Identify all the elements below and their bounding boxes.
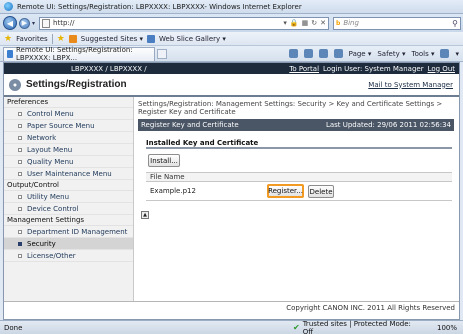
login-user-text: Login User: System Manager xyxy=(323,64,424,73)
nav-item-layout-menu[interactable]: Layout Menu xyxy=(4,144,133,156)
section-title-bar: Register Key and Certificate Last Update… xyxy=(138,119,454,131)
tab-remote-ui[interactable]: Remote UI: Settings/Registration: LBPXXX… xyxy=(3,46,155,62)
bullet-icon xyxy=(18,171,22,176)
nav-item-network[interactable]: Network xyxy=(4,132,133,144)
print-icon[interactable] xyxy=(333,49,343,58)
tools-menu[interactable]: Tools ▾ xyxy=(412,50,435,58)
favorites-bar: ★ Favorites ★ Suggested Sites ▾ Web Slic… xyxy=(0,32,463,46)
bullet-icon xyxy=(18,111,22,116)
nav-item-device-control[interactable]: Device Control xyxy=(4,203,133,215)
to-portal-link[interactable]: To Portal xyxy=(289,65,319,73)
divider xyxy=(51,33,53,44)
breadcrumb: Settings/Registration: Management Settin… xyxy=(138,100,443,116)
nav-item-security[interactable]: Security xyxy=(4,238,133,250)
lock-icon[interactable]: 🔒 xyxy=(290,19,299,27)
back-to-top-icon[interactable]: ▲ xyxy=(141,211,149,219)
command-bar: Page ▾ Safety ▾ Tools ▾ ▾ xyxy=(288,49,463,58)
nav-item-utility-menu[interactable]: Utility Menu xyxy=(4,191,133,203)
help-menu[interactable]: ▾ xyxy=(455,50,459,58)
nav-item-user-maintenance-menu[interactable]: User Maintenance Menu xyxy=(4,168,133,180)
web-slice-gallery-link[interactable]: Web Slice Gallery ▾ xyxy=(159,35,226,43)
web-page: LBPXXXX / LBPXXXX / To Portal Login User… xyxy=(3,62,460,320)
page-menu[interactable]: Page ▾ xyxy=(349,50,372,58)
nav-section-preferences: Preferences xyxy=(4,97,133,108)
suggested-sites-icon xyxy=(68,34,77,43)
register-button[interactable]: Register... xyxy=(267,184,304,198)
refresh-icon[interactable]: ↻ xyxy=(311,19,317,27)
tab-label: Remote UI: Settings/Registration: LBPXXX… xyxy=(16,46,133,62)
nav-item-department-id-management[interactable]: Department ID Management xyxy=(4,226,133,238)
new-tab-button[interactable] xyxy=(157,48,167,59)
window-title: Remote UI: Settings/Registration: LBPXXX… xyxy=(17,2,302,11)
last-updated: Last Updated: 29/06 2011 02:56:34 xyxy=(325,121,451,129)
nav-section-output-control: Output/Control xyxy=(4,180,133,191)
page-title: Settings/Registration xyxy=(26,79,127,90)
back-button[interactable]: ◀ xyxy=(3,16,17,30)
suggested-sites-link[interactable]: Suggested Sites ▾ xyxy=(81,35,143,43)
bullet-icon xyxy=(18,194,22,199)
section-title: Register Key and Certificate xyxy=(141,121,239,129)
feeds-icon[interactable] xyxy=(303,49,313,58)
navigation-bar: ◀ ▶ ▾ http:// ▾ 🔒 ▦ ↻ ✕ b Bing ⚲ xyxy=(0,14,463,32)
search-input[interactable]: Bing xyxy=(343,19,449,27)
tab-row: Remote UI: Settings/Registration: LBPXXX… xyxy=(0,46,463,62)
bing-logo-icon: b xyxy=(336,19,341,27)
delete-button[interactable]: Delete xyxy=(308,185,334,198)
window-title-bar: Remote UI: Settings/Registration: LBPXXX… xyxy=(0,0,463,14)
address-bar[interactable]: http:// ▾ 🔒 ▦ ↻ ✕ xyxy=(39,16,330,30)
address-dropdown-icon[interactable]: ▾ xyxy=(283,19,287,27)
mail-to-system-manager-link[interactable]: Mail to System Manager xyxy=(368,81,459,89)
tab-favicon-icon xyxy=(7,50,13,58)
nav-item-license-other[interactable]: License/Other xyxy=(4,250,133,262)
page-icon xyxy=(42,18,51,28)
compatibility-icon[interactable]: ▦ xyxy=(302,19,309,27)
page-header: Settings/Registration Mail to System Man… xyxy=(4,74,459,95)
bullet-icon xyxy=(18,147,22,152)
recent-pages-dropdown-icon[interactable]: ▾ xyxy=(32,20,35,27)
install-button[interactable]: Install... xyxy=(148,154,180,167)
zoom-level[interactable]: 100% xyxy=(437,324,457,332)
nav-item-quality-menu[interactable]: Quality Menu xyxy=(4,156,133,168)
nav-item-paper-source-menu[interactable]: Paper Source Menu xyxy=(4,120,133,132)
device-model: LBPXXXX / LBPXXXX / xyxy=(71,64,147,73)
table-header-file-name: File Name xyxy=(146,172,452,182)
add-favorite-icon[interactable]: ★ xyxy=(57,34,65,44)
file-name-cell: Example.p12 xyxy=(150,187,196,195)
bullet-icon xyxy=(18,253,22,258)
search-box[interactable]: b Bing ⚲ xyxy=(333,16,462,30)
search-icon[interactable]: ⚲ xyxy=(452,19,458,28)
nav-item-control-menu[interactable]: Control Menu xyxy=(4,108,133,120)
subsection-title: Installed Key and Certificate xyxy=(146,138,452,149)
bullet-icon xyxy=(18,229,22,234)
safety-menu[interactable]: Safety ▾ xyxy=(377,50,405,58)
nav-section-management-settings: Management Settings xyxy=(4,215,133,226)
bullet-icon xyxy=(18,123,22,128)
bullet-icon xyxy=(18,241,22,246)
bullet-icon xyxy=(18,206,22,211)
bullet-icon xyxy=(18,135,22,140)
settings-gear-icon xyxy=(4,74,26,95)
url-input[interactable]: http:// xyxy=(53,19,280,27)
status-bar: Done ✔ Trusted sites | Protected Mode: O… xyxy=(0,320,463,334)
home-icon[interactable] xyxy=(288,49,298,58)
ie-logo-icon xyxy=(4,2,13,11)
trusted-sites-check-icon: ✔ xyxy=(292,323,300,332)
help-icon[interactable] xyxy=(440,49,450,58)
web-slice-icon xyxy=(147,34,156,43)
mail-icon[interactable] xyxy=(318,49,328,58)
favorites-star-icon[interactable]: ★ xyxy=(4,34,12,44)
favorites-button[interactable]: Favorites xyxy=(16,35,48,43)
zone-text: Trusted sites | Protected Mode: Off xyxy=(302,319,411,334)
stop-icon[interactable]: ✕ xyxy=(320,19,326,27)
main-content: Settings/Registration: Management Settin… xyxy=(138,97,459,301)
logout-link[interactable]: Log Out xyxy=(428,65,455,73)
copyright-footer: Copyright CANON INC. 2011 All Rights Res… xyxy=(4,301,459,319)
top-bar: LBPXXXX / LBPXXXX / To Portal Login User… xyxy=(4,63,459,74)
bullet-icon xyxy=(18,159,22,164)
security-zone[interactable]: ✔ Trusted sites | Protected Mode: Off xyxy=(293,320,423,334)
left-nav: Preferences Control Menu Paper Source Me… xyxy=(4,97,134,301)
forward-button[interactable]: ▶ xyxy=(19,17,30,29)
status-text: Done xyxy=(4,323,23,332)
